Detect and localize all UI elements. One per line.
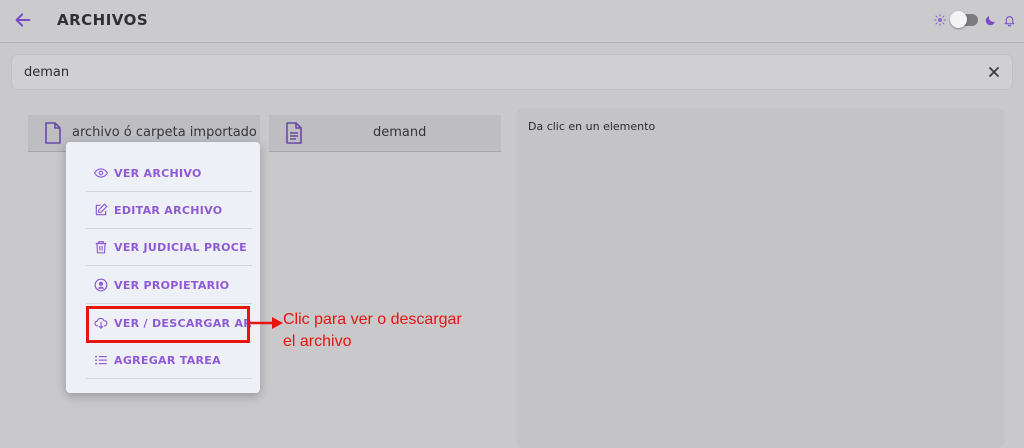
list-icon — [95, 355, 107, 365]
file-name: demand — [373, 125, 427, 140]
menu-item-add-task[interactable]: AGREGAR TAREA — [86, 342, 252, 379]
file-text-icon — [286, 122, 302, 144]
file-name: archivo ó carpeta importado — [72, 125, 257, 140]
header-tools — [934, 10, 1016, 30]
file-card[interactable]: demand — [269, 115, 501, 152]
detail-placeholder: Da clic en un elemento — [528, 120, 656, 133]
search-input[interactable] — [24, 63, 924, 81]
menu-item-label: VER / DESCARGAR AR — [114, 316, 252, 330]
menu-item-view-download[interactable]: VER / DESCARGAR AR — [86, 305, 252, 342]
eye-icon — [94, 168, 108, 178]
menu-item-judicial-process[interactable]: VER JUDICIAL PROCE — [86, 229, 252, 266]
edit-icon — [95, 203, 108, 216]
back-arrow-icon[interactable] — [12, 9, 34, 31]
file-icon — [45, 122, 61, 144]
menu-item-view-file[interactable]: VER ARCHIVO — [86, 155, 252, 192]
annotation-line: el archivo — [283, 333, 352, 350]
menu-item-label: AGREGAR TAREA — [114, 353, 221, 367]
menu-item-label: VER PROPIETARIO — [114, 278, 230, 292]
detail-panel: Da clic en un elemento — [516, 108, 1005, 448]
app-header: ARCHIVOS — [0, 0, 1024, 43]
menu-item-label: EDITAR ARCHIVO — [114, 203, 223, 217]
theme-toggle[interactable] — [950, 11, 978, 28]
menu-item-owner[interactable]: VER PROPIETARIO — [86, 267, 252, 304]
trash-icon — [95, 241, 107, 254]
toggle-knob — [950, 11, 967, 28]
user-circle-icon — [94, 278, 108, 292]
menu-item-label: VER JUDICIAL PROCE — [114, 240, 247, 254]
context-menu: VER ARCHIVO EDITAR ARCHIVO VER JUDICIAL … — [66, 142, 260, 393]
menu-item-label: VER ARCHIVO — [114, 166, 202, 180]
annotation-text: Clic para ver o descargar el archivo — [283, 309, 503, 353]
menu-item-edit-file[interactable]: EDITAR ARCHIVO — [86, 192, 252, 229]
annotation-line: Clic para ver o descargar — [283, 311, 462, 328]
cloud-download-icon — [94, 317, 108, 329]
close-icon[interactable] — [988, 66, 1000, 78]
search-bar — [12, 55, 1012, 89]
arrow-right-icon — [250, 317, 283, 329]
page-title: ARCHIVOS — [57, 11, 149, 29]
sun-icon — [934, 14, 946, 26]
moon-icon — [985, 15, 995, 25]
bell-icon[interactable] — [1003, 14, 1016, 27]
